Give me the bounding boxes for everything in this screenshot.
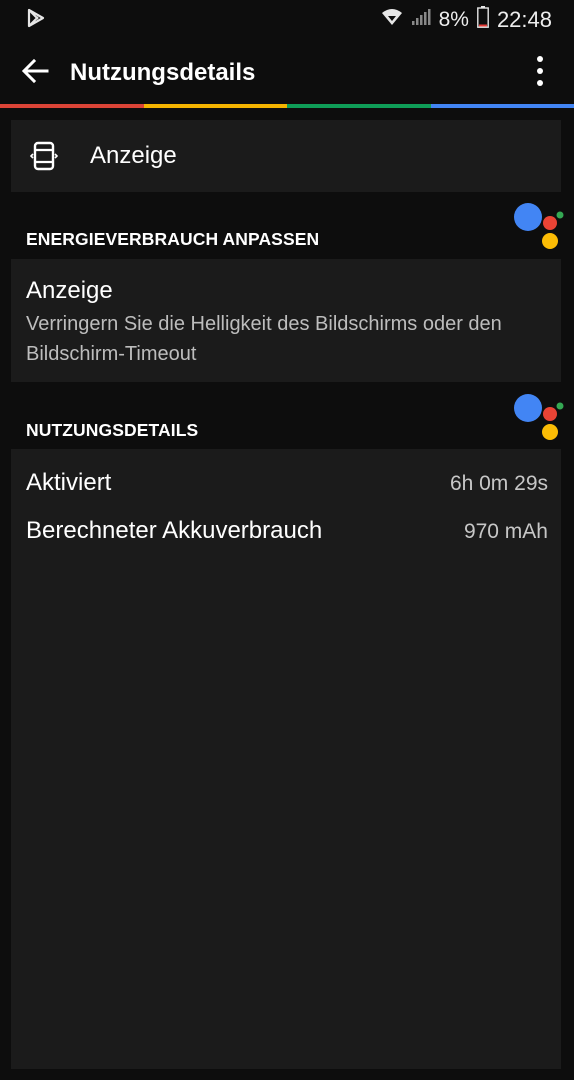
usage-row-value: 6h 0m 29s: [449, 472, 548, 495]
play-store-icon: [26, 8, 46, 33]
display-icon: [11, 120, 77, 192]
usage-row-battery: Berechneter Akkuverbrauch 970 mAh: [26, 517, 548, 545]
display-item-label: Anzeige: [90, 142, 177, 169]
usage-section-header: NUTZUNGSDETAILS: [26, 420, 199, 440]
app-bar: Nutzungsdetails: [0, 40, 574, 106]
signal-icon: [411, 8, 431, 32]
usage-row-activated: Aktiviert 6h 0m 29s: [26, 469, 548, 497]
google-assistant-icon[interactable]: [512, 391, 564, 443]
wifi-icon: [381, 8, 403, 32]
more-vert-icon: [536, 55, 544, 92]
status-bar: 8% 22:48: [0, 0, 574, 40]
adjust-display-description: Verringern Sie die Helligkeit des Bildsc…: [26, 313, 502, 365]
usage-row-label: Aktiviert: [26, 469, 112, 496]
usage-row-label: Berechneter Akkuverbrauch: [26, 517, 323, 544]
adjust-display-item[interactable]: Anzeige Verringern Sie die Helligkeit de…: [11, 259, 561, 382]
clock: 22:48: [496, 7, 552, 32]
google-assistant-icon[interactable]: [512, 200, 564, 252]
battery-percent: 8%: [438, 8, 469, 31]
arrow-back-icon: [20, 56, 50, 91]
screen: 8% 22:48 Nutzungsdetails Anzeige ENERGIE…: [0, 0, 574, 1080]
overflow-menu-button[interactable]: [506, 40, 574, 106]
battery-icon: [477, 6, 489, 34]
adjust-display-title: Anzeige: [26, 277, 113, 304]
accent-strip: [0, 104, 574, 108]
usage-details-card: Aktiviert 6h 0m 29s Berechneter Akkuverb…: [11, 449, 561, 1069]
usage-row-value: 970 mAh: [463, 520, 548, 543]
back-button[interactable]: [0, 40, 70, 106]
page-title: Nutzungsdetails: [70, 59, 256, 86]
display-usage-item[interactable]: Anzeige: [11, 120, 561, 192]
energy-section-header: ENERGIEVERBRAUCH ANPASSEN: [26, 229, 320, 249]
